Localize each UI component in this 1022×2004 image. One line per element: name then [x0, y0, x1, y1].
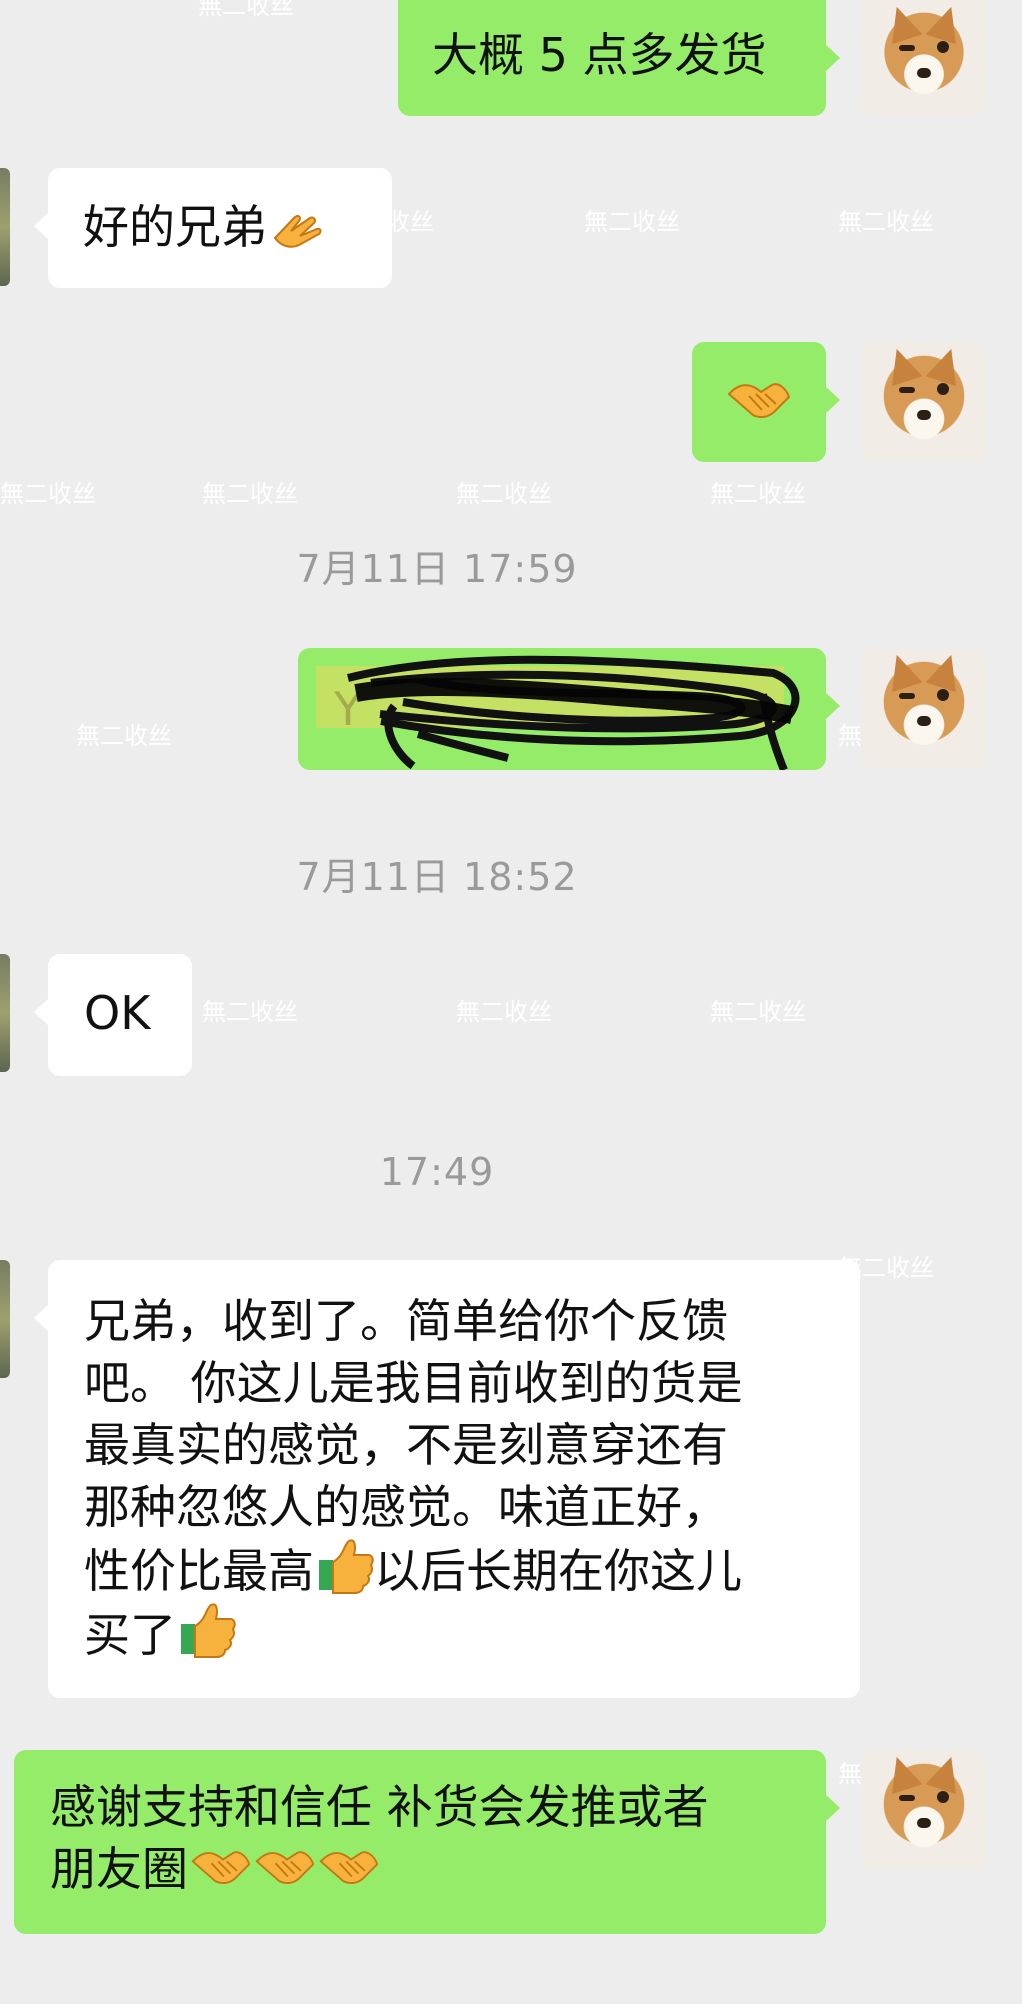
- contact-avatar[interactable]: [0, 954, 10, 1072]
- watermark: 無二收丝: [0, 480, 96, 508]
- watermark: 無二收丝: [710, 480, 806, 508]
- message-line: 性价比最高 以后长期在你这儿: [84, 1538, 743, 1602]
- handshake-icon: [255, 1851, 315, 1884]
- message-timestamp: 17:49: [379, 1150, 495, 1194]
- ok-hand-icon: [273, 215, 322, 248]
- outgoing-message-bubble[interactable]: Y: [298, 648, 840, 770]
- watermark: 無二收丝: [198, 0, 294, 20]
- outgoing-message-bubble[interactable]: 感谢支持和信任 补货会发推或者 朋友圈: [14, 1750, 840, 1934]
- message-line: 买了: [84, 1602, 743, 1666]
- watermark: 無二收丝: [710, 998, 806, 1026]
- message-line: 朋友圈: [50, 1838, 709, 1900]
- thumbs-up-icon: [181, 1603, 236, 1658]
- watermark: 無二收丝: [202, 480, 298, 508]
- watermark: 無二收丝: [838, 208, 934, 236]
- message-line: 感谢支持和信任 补货会发推或者: [50, 1780, 709, 1834]
- user-avatar[interactable]: [862, 1750, 986, 1870]
- incoming-message-bubble[interactable]: OK: [34, 954, 192, 1076]
- incoming-message-bubble[interactable]: 好的兄弟: [34, 168, 392, 288]
- message-text: 大概 5 点多发货: [432, 28, 767, 82]
- handshake-icon: [727, 383, 791, 419]
- outgoing-message-bubble[interactable]: 大概 5 点多发货: [398, 0, 840, 116]
- outgoing-message-bubble[interactable]: [692, 342, 840, 462]
- watermark: 無二收丝: [456, 480, 552, 508]
- redaction-scribble-icon: [316, 655, 800, 770]
- handshake-icon: [191, 1851, 251, 1884]
- message-timestamp: 7月11日 17:59: [296, 547, 578, 591]
- watermark: 無二收丝: [456, 998, 552, 1026]
- message-text-content: 以后长期在你这儿: [374, 1544, 742, 1598]
- message-text: 兄弟，收到了。简单给你个反馈 吧。 你这儿是我目前收到的货是 最真实的感觉，不是…: [84, 1290, 743, 1666]
- message-line: 吧。 你这儿是我目前收到的货是: [84, 1356, 743, 1410]
- thumbs-up-icon: [319, 1539, 374, 1594]
- handshake-icon: [319, 1851, 379, 1884]
- watermark: 無二收丝: [202, 998, 298, 1026]
- contact-avatar[interactable]: [0, 168, 10, 286]
- message-text-content: 朋友圈: [50, 1842, 188, 1896]
- message-line: 兄弟，收到了。简单给你个反馈: [84, 1294, 728, 1348]
- message-text-content: 性价比最高: [84, 1544, 314, 1598]
- watermark: 無二收丝: [584, 208, 680, 236]
- message-text: 感谢支持和信任 补货会发推或者 朋友圈: [50, 1776, 709, 1900]
- incoming-message-bubble[interactable]: 兄弟，收到了。简单给你个反馈 吧。 你这儿是我目前收到的货是 最真实的感觉，不是…: [34, 1260, 860, 1698]
- watermark: 無二收丝: [76, 722, 172, 750]
- message-text: OK: [84, 986, 151, 1040]
- message-line: 最真实的感觉，不是刻意穿还有: [84, 1418, 728, 1472]
- user-avatar[interactable]: [862, 648, 986, 768]
- message-text-content: 买了: [84, 1608, 176, 1662]
- user-avatar[interactable]: [862, 0, 986, 116]
- message-text: 好的兄弟: [83, 196, 325, 258]
- user-avatar[interactable]: [862, 342, 986, 462]
- message-timestamp: 7月11日 18:52: [296, 855, 578, 899]
- message-line: 那种忽悠人的感觉。味道正好，: [84, 1480, 728, 1534]
- message-text-content: 好的兄弟: [83, 200, 267, 254]
- contact-avatar[interactable]: [0, 1260, 10, 1378]
